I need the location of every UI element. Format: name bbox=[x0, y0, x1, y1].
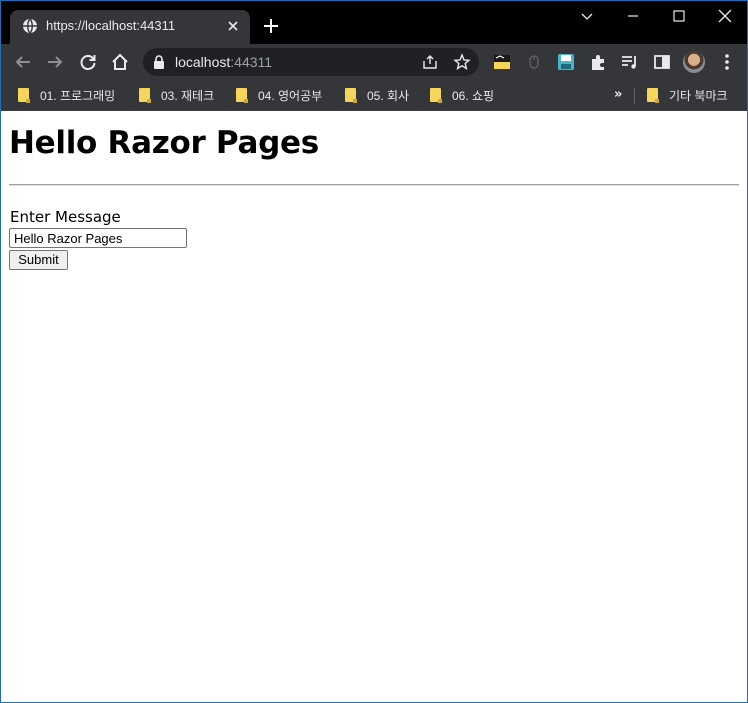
url-text: localhost:44311 bbox=[175, 54, 272, 70]
submit-button[interactable]: Submit bbox=[9, 250, 68, 270]
extensions-puzzle-icon[interactable] bbox=[588, 52, 608, 72]
forward-icon[interactable] bbox=[45, 52, 65, 72]
bookmarks-bar: 01. 프로그래밍 03. 재테크 04. 영어공부 05. 회사 06. 쇼핑… bbox=[1, 80, 747, 111]
page-content: Hello Razor Pages Enter Message Submit bbox=[1, 112, 747, 702]
reload-icon[interactable] bbox=[78, 52, 98, 72]
bookmark-folder-programming[interactable]: 01. 프로그래밍 bbox=[18, 85, 115, 105]
bookmark-folder-company[interactable]: 05. 회사 bbox=[345, 85, 409, 105]
more-menu-icon[interactable] bbox=[717, 52, 737, 72]
folder-icon bbox=[345, 88, 357, 103]
side-panel-icon[interactable] bbox=[652, 52, 672, 72]
tab-strip: https://localhost:44311 bbox=[1, 1, 747, 44]
home-icon[interactable] bbox=[110, 52, 130, 72]
browser-tab[interactable]: https://localhost:44311 bbox=[10, 10, 250, 44]
bookmark-label: 기타 북마크 bbox=[669, 88, 728, 103]
extension-save-icon[interactable] bbox=[556, 52, 576, 72]
bookmark-folder-shopping[interactable]: 06. 쇼핑 bbox=[430, 85, 494, 105]
extension-image-icon[interactable] bbox=[492, 52, 512, 72]
profile-avatar[interactable] bbox=[683, 51, 705, 73]
extension-mouse-icon[interactable] bbox=[524, 52, 544, 72]
divider bbox=[9, 184, 739, 186]
message-label: Enter Message bbox=[10, 208, 121, 226]
browser-window: https://localhost:44311 localhost:44311 … bbox=[0, 0, 748, 703]
bookmark-star-icon[interactable] bbox=[453, 53, 471, 71]
address-bar[interactable]: localhost:44311 bbox=[143, 48, 479, 76]
bookmark-folder-english[interactable]: 04. 영어공부 bbox=[236, 85, 322, 105]
share-icon[interactable] bbox=[421, 53, 439, 71]
bookmarks-overflow-button[interactable]: » bbox=[614, 87, 622, 102]
folder-icon bbox=[139, 88, 151, 103]
close-tab-icon[interactable] bbox=[226, 19, 240, 33]
url-port: :44311 bbox=[230, 54, 273, 70]
minimize-icon[interactable] bbox=[624, 7, 642, 25]
globe-icon bbox=[23, 18, 37, 34]
bookmark-label: 01. 프로그래밍 bbox=[40, 88, 116, 103]
bookmarks-separator bbox=[634, 88, 635, 104]
toolbar: localhost:44311 bbox=[1, 44, 747, 80]
message-input[interactable] bbox=[9, 228, 187, 248]
back-icon[interactable] bbox=[13, 52, 33, 72]
page-title: Hello Razor Pages bbox=[9, 125, 319, 161]
folder-icon bbox=[236, 88, 248, 103]
folder-icon bbox=[647, 88, 659, 103]
bookmark-folder-finance[interactable]: 03. 재테크 bbox=[139, 85, 214, 105]
folder-icon bbox=[18, 88, 30, 103]
maximize-icon[interactable] bbox=[670, 7, 688, 25]
lock-icon[interactable] bbox=[153, 55, 165, 69]
close-window-icon[interactable] bbox=[716, 7, 734, 25]
new-tab-icon[interactable] bbox=[262, 17, 280, 35]
bookmark-folder-other[interactable]: 기타 북마크 bbox=[647, 85, 728, 105]
bookmark-label: 04. 영어공부 bbox=[258, 88, 323, 103]
tab-title: https://localhost:44311 bbox=[46, 18, 176, 33]
media-control-icon[interactable] bbox=[620, 52, 640, 72]
url-host: localhost bbox=[175, 54, 231, 70]
bookmark-label: 03. 재테크 bbox=[161, 88, 215, 103]
tab-search-icon[interactable] bbox=[578, 7, 596, 25]
bookmark-label: 05. 회사 bbox=[367, 88, 410, 103]
folder-icon bbox=[430, 88, 442, 103]
bookmark-label: 06. 쇼핑 bbox=[452, 88, 495, 103]
